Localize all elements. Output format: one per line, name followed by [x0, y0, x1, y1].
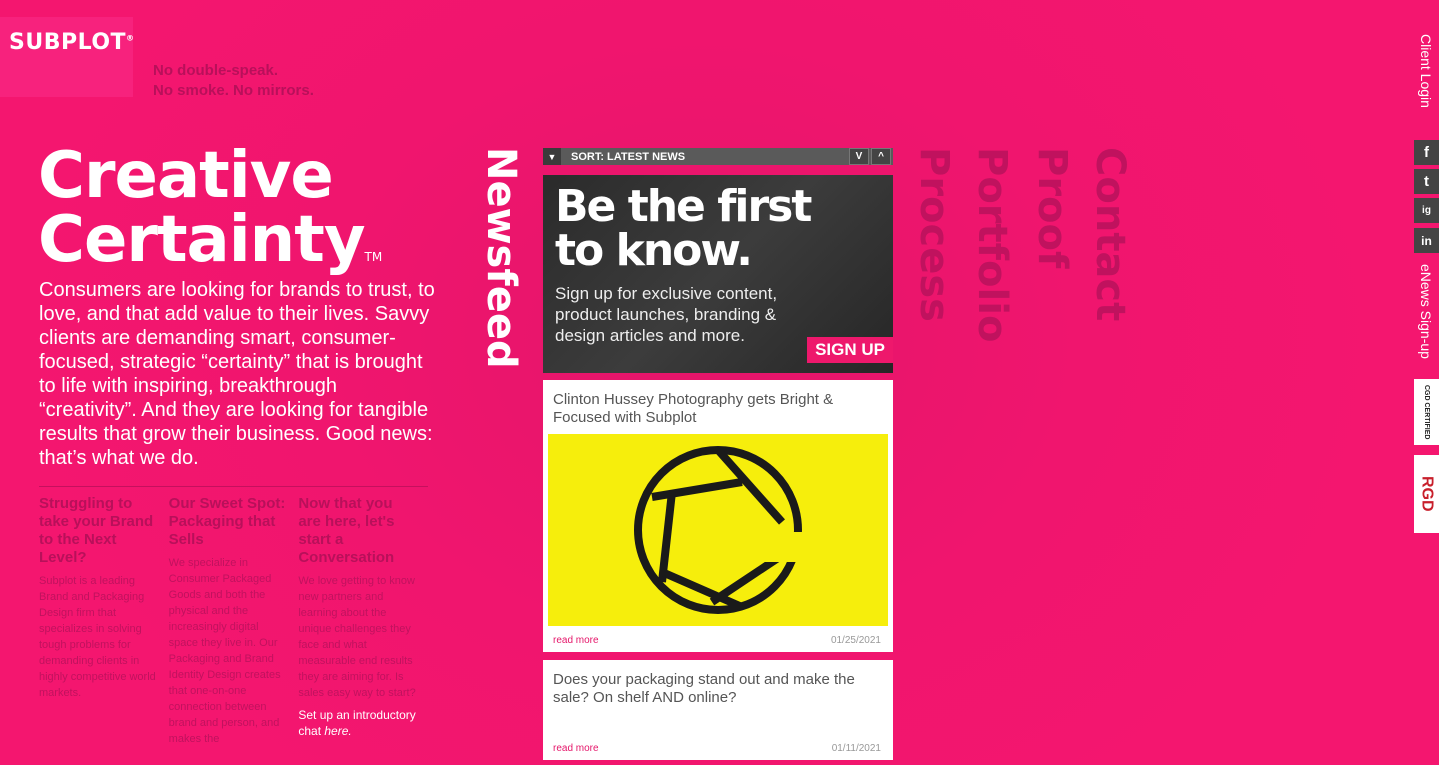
column-text: We specialize in Consumer Packaged Goods… — [168, 557, 281, 745]
column-2: Our Sweet Spot: Packaging that Sells We … — [169, 487, 299, 747]
column-title: Our Sweet Spot: Packaging that Sells — [168, 495, 286, 548]
sort-label[interactable]: SORT: LATEST NEWS — [561, 151, 849, 163]
promo-heading-line1: Be the first — [555, 181, 812, 232]
tagline-line2: No smoke. No mirrors. — [153, 82, 314, 99]
right-rail: Client Login f t ig in eNews Sign-up CGD… — [1413, 0, 1439, 765]
column-title: Now that you are here, let's start a Con… — [298, 495, 395, 566]
cgd-badge-text: CGD CERTIFIED — [1423, 384, 1430, 440]
scroll-up-button[interactable]: ^ — [871, 148, 891, 165]
news-card-date: 01/25/2021 — [830, 635, 881, 646]
column-3: Now that you are here, let's start a Con… — [298, 487, 428, 747]
newsfeed-label: Newsfeed — [478, 147, 524, 369]
column-text: We love getting to know new partners and… — [298, 575, 416, 699]
news-card[interactable]: Does your packaging stand out and make t… — [543, 660, 893, 760]
client-login-link[interactable]: Client Login — [1418, 34, 1434, 108]
sign-up-button[interactable]: SIGN UP — [807, 337, 893, 363]
promo-heading-line2: to know. — [555, 225, 753, 276]
rgd-badge[interactable]: RGD — [1414, 455, 1439, 533]
news-card[interactable]: Clinton Hussey Photography gets Bright &… — [543, 380, 893, 652]
enews-signup-link[interactable]: eNews Sign-up — [1418, 264, 1434, 359]
facebook-icon[interactable]: f — [1414, 140, 1439, 165]
cgd-certified-badge[interactable]: CGD CERTIFIED — [1414, 379, 1439, 445]
feature-columns: Struggling to take your Brand to the Nex… — [39, 486, 428, 747]
tagline: No double-speak. No smoke. No mirrors. — [153, 61, 314, 101]
twitter-icon[interactable]: t — [1414, 169, 1439, 194]
aperture-logo-icon — [634, 446, 804, 614]
column-text: Subplot is a leading Brand and Packaging… — [39, 575, 156, 699]
sort-bar: ▼ SORT: LATEST NEWS V ^ — [543, 148, 893, 165]
linkedin-icon[interactable]: in — [1414, 228, 1439, 253]
trademark: TM — [364, 250, 383, 264]
news-card-title[interactable]: Clinton Hussey Photography gets Bright &… — [543, 380, 893, 427]
scroll-down-button[interactable]: V — [849, 148, 869, 165]
read-more-link[interactable]: read more — [553, 743, 599, 754]
column-1: Struggling to take your Brand to the Nex… — [39, 487, 169, 747]
hero-title-line1: Creative — [38, 139, 334, 213]
logo-tile — [0, 17, 133, 97]
nav-portfolio[interactable]: Portfolio — [969, 147, 1015, 342]
nav-process[interactable]: Process — [911, 147, 957, 322]
instagram-icon[interactable]: ig — [1414, 198, 1439, 223]
logo-text: SUBPLOT — [9, 30, 127, 55]
nav-proof[interactable]: Proof — [1029, 147, 1075, 268]
newsletter-promo[interactable]: Be the first to know. Sign up for exclus… — [543, 175, 893, 373]
cta-label: Set up an introductory chat — [298, 708, 416, 738]
rgd-badge-text: RGD — [1418, 476, 1436, 512]
promo-text: Sign up for exclusive content, product l… — [555, 284, 778, 345]
news-card-footer: read more 01/25/2021 — [553, 635, 881, 646]
column-title: Struggling to take your Brand to the Nex… — [39, 495, 154, 566]
news-card-image[interactable] — [548, 434, 888, 626]
hero-body: Consumers are looking for brands to trus… — [39, 279, 435, 469]
news-card-footer: read more 01/11/2021 — [553, 743, 881, 754]
hero-title-line2: Certainty — [38, 203, 366, 277]
promo-heading: Be the first to know. — [555, 181, 812, 276]
read-more-link[interactable]: read more — [553, 635, 599, 646]
sort-dropdown-icon[interactable]: ▼ — [543, 148, 561, 165]
cta-text: Set up an introductory chat here. — [298, 707, 418, 739]
news-card-date: 01/11/2021 — [831, 743, 881, 754]
news-card-title[interactable]: Does your packaging stand out and make t… — [543, 660, 893, 707]
hero-title: Creative CertaintyTM — [38, 144, 382, 289]
tagline-line1: No double-speak. — [153, 62, 279, 79]
nav-contact[interactable]: Contact — [1087, 147, 1133, 321]
subplot-logo[interactable]: SUBPLOT® — [9, 30, 135, 55]
cta-link[interactable]: here. — [324, 724, 351, 738]
